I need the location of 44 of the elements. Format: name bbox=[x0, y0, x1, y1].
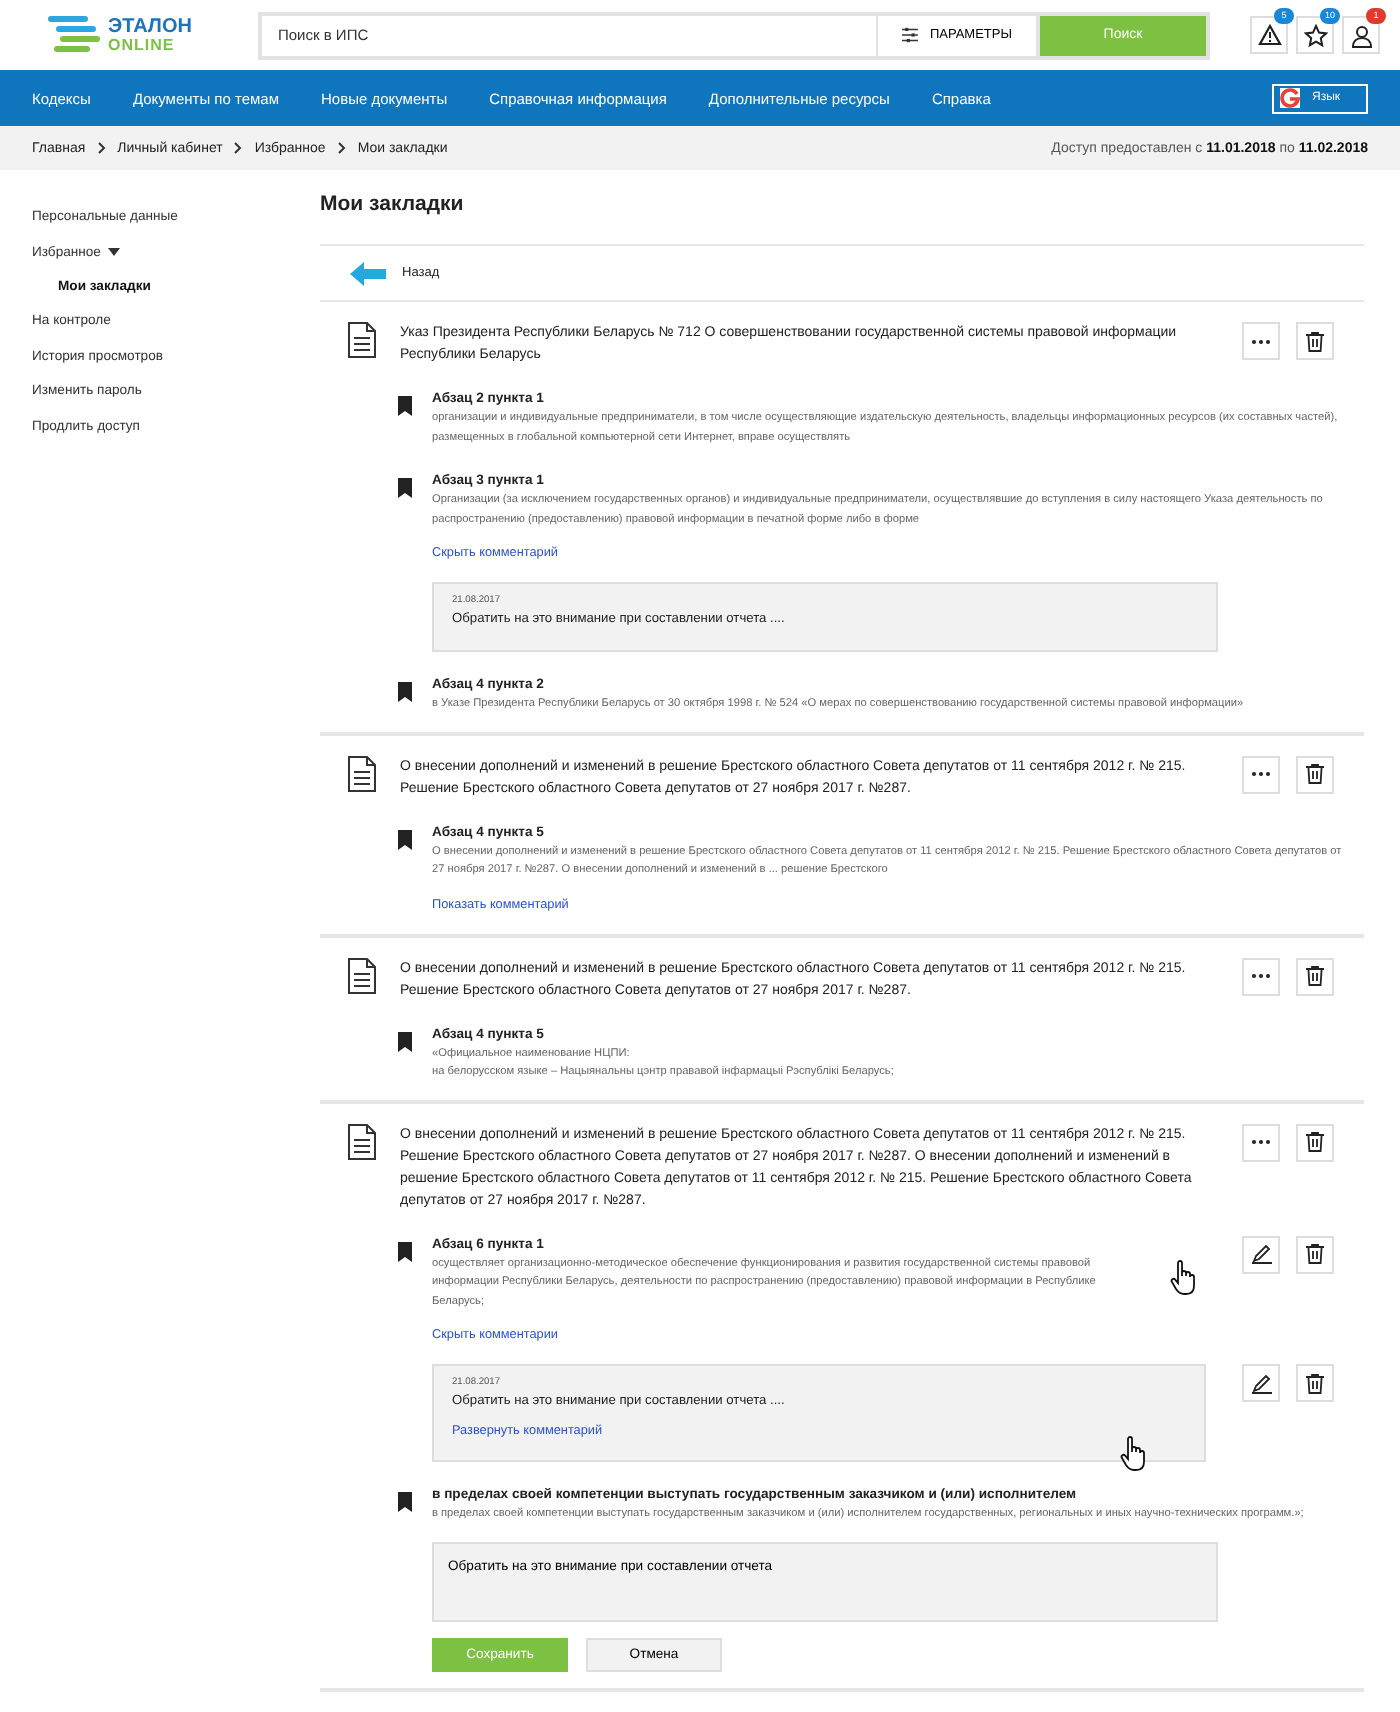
edit-button[interactable] bbox=[1242, 1364, 1280, 1402]
trash-icon bbox=[1306, 1373, 1324, 1393]
edit-button[interactable] bbox=[1242, 1235, 1280, 1273]
more-button[interactable] bbox=[1242, 1123, 1280, 1161]
trash-icon bbox=[1306, 1244, 1324, 1264]
logo-title: ЭТАЛОН bbox=[108, 17, 192, 37]
sliders-icon bbox=[902, 26, 918, 44]
more-button[interactable] bbox=[1242, 322, 1280, 360]
chevron-right-icon bbox=[97, 142, 106, 154]
delete-button[interactable] bbox=[1296, 957, 1334, 995]
g-logo-icon bbox=[1280, 88, 1300, 108]
chevron-right-icon bbox=[337, 142, 346, 154]
trash-icon bbox=[1306, 1132, 1324, 1152]
bookmark-icon bbox=[398, 396, 412, 416]
bookmark-icon bbox=[398, 829, 412, 849]
bookmark-icon bbox=[398, 1031, 412, 1051]
delete-button[interactable] bbox=[1296, 1123, 1334, 1161]
pencil-icon bbox=[1251, 1244, 1271, 1264]
back-arrow-icon[interactable] bbox=[350, 261, 386, 285]
trash-icon bbox=[1306, 764, 1324, 784]
more-button[interactable] bbox=[1242, 957, 1280, 995]
document-icon bbox=[348, 755, 376, 791]
bookmark-icon bbox=[398, 682, 412, 702]
page-title: Мои закладки bbox=[320, 192, 466, 220]
document-icon bbox=[348, 1123, 376, 1159]
delete-button[interactable] bbox=[1296, 755, 1334, 793]
star-icon bbox=[1303, 23, 1327, 47]
trash-icon bbox=[1306, 331, 1324, 351]
document-icon bbox=[348, 957, 376, 993]
delete-button[interactable] bbox=[1296, 1235, 1334, 1273]
bookmark-icon bbox=[398, 1241, 412, 1261]
user-icon bbox=[1349, 23, 1373, 47]
logo-subtitle: ONLINE bbox=[108, 37, 177, 53]
delete-button[interactable] bbox=[1296, 322, 1334, 360]
delete-button[interactable] bbox=[1296, 1364, 1334, 1402]
document-icon bbox=[348, 322, 376, 358]
bookmark-icon bbox=[398, 478, 412, 498]
warning-icon bbox=[1257, 24, 1281, 46]
trash-icon bbox=[1306, 966, 1324, 986]
chevron-right-icon bbox=[234, 142, 243, 154]
logo-icon bbox=[48, 15, 100, 55]
more-button[interactable] bbox=[1242, 755, 1280, 793]
pencil-icon bbox=[1251, 1373, 1271, 1393]
bookmark-icon bbox=[398, 1492, 412, 1512]
